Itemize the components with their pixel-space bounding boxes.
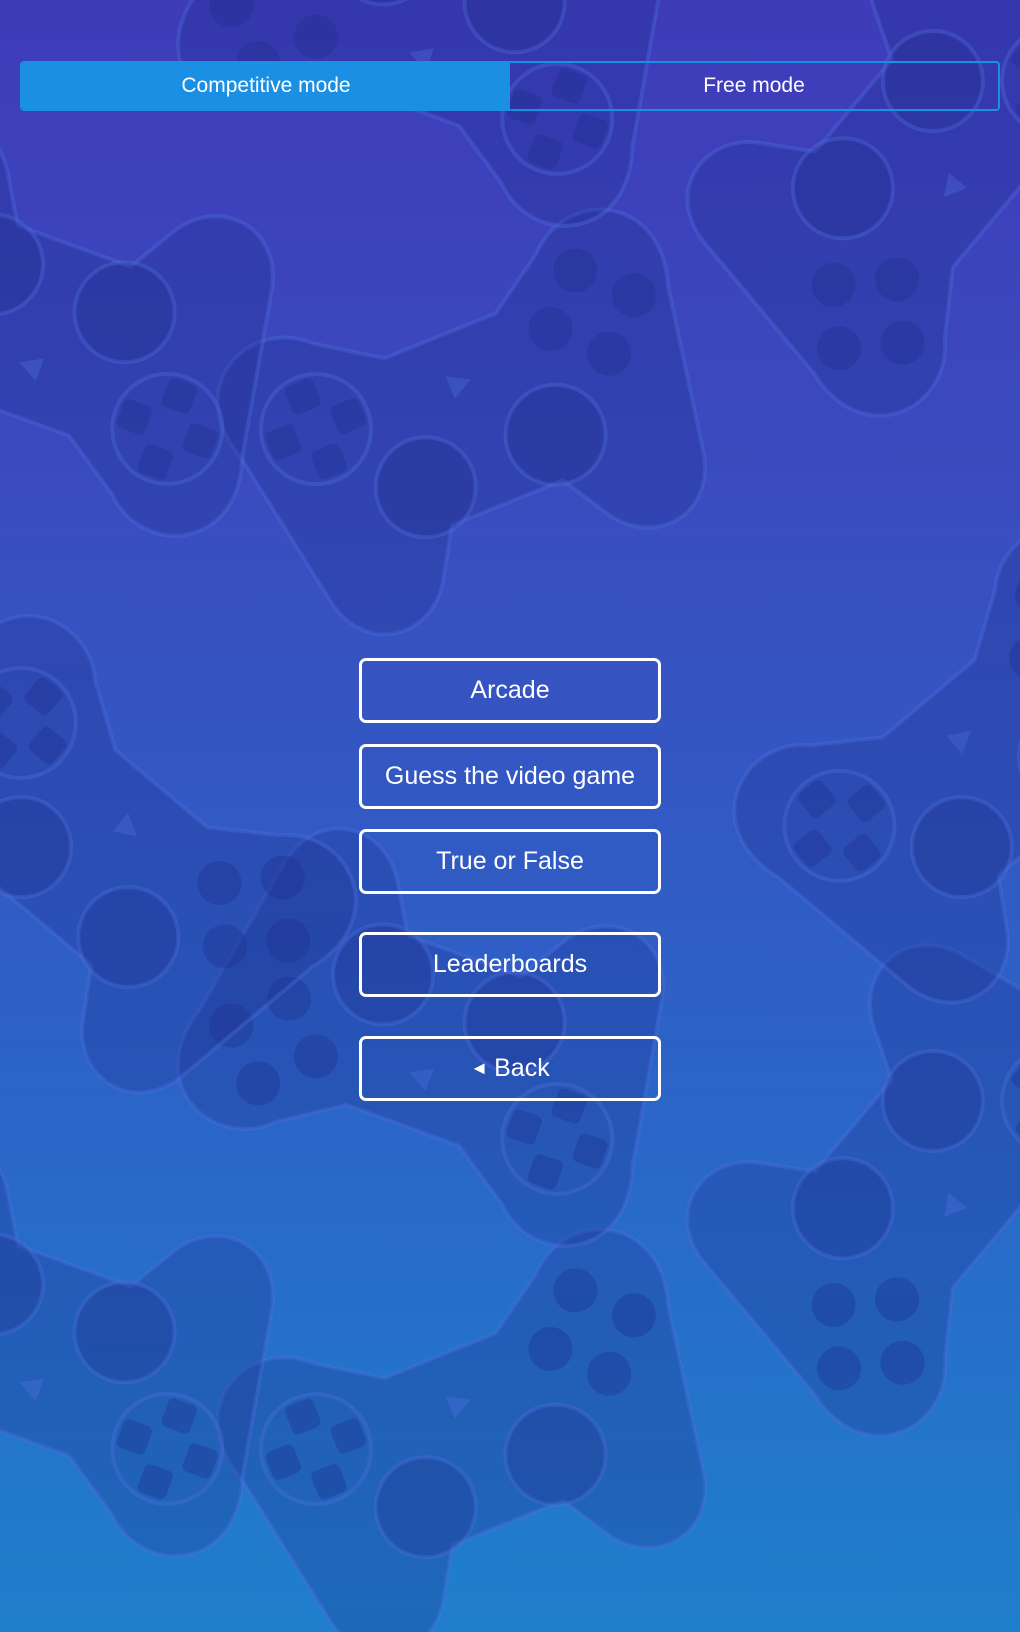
mode-toggle: Competitive mode Free mode [20, 61, 1000, 111]
leaderboards-button[interactable]: Leaderboards [359, 932, 661, 997]
tab-free-mode[interactable]: Free mode [510, 63, 998, 109]
tab-competitive-mode[interactable]: Competitive mode [22, 63, 510, 109]
left-triangle-icon: ◄ [470, 1058, 489, 1078]
arcade-button-label: Arcade [470, 676, 550, 704]
gamepad-pattern-background [0, 0, 1020, 1632]
leaderboards-button-label: Leaderboards [432, 950, 588, 978]
true-false-button-label: True or False [436, 847, 584, 875]
guess-the-video-game-button[interactable]: Guess the video game [359, 744, 661, 809]
true-or-false-button[interactable]: True or False [359, 829, 661, 894]
back-button[interactable]: ◄ Back [359, 1036, 661, 1101]
back-button-label: Back [494, 1054, 550, 1082]
guess-button-label: Guess the video game [384, 762, 636, 790]
arcade-button[interactable]: Arcade [359, 658, 661, 723]
